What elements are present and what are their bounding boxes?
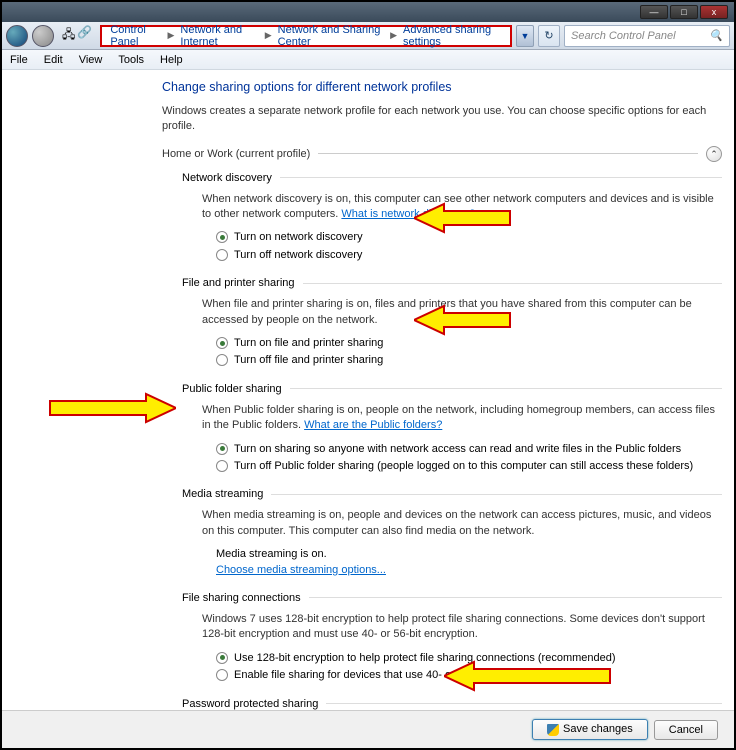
fps-on-radio[interactable] [216, 337, 228, 349]
shield-icon [547, 724, 559, 736]
pfs-help-link[interactable]: What are the Public folders? [304, 419, 442, 431]
nd-off-label: Turn off network discovery [234, 248, 362, 263]
pfs-on-radio[interactable] [216, 443, 228, 455]
pfs-desc: When Public folder sharing is on, people… [202, 403, 722, 434]
menu-edit[interactable]: Edit [44, 54, 63, 66]
fps-off-label: Turn off file and printer sharing [234, 353, 383, 368]
search-icon: 🔍 [709, 29, 723, 42]
nd-desc: When network discovery is on, this compu… [202, 192, 722, 223]
menu-file[interactable]: File [10, 54, 28, 66]
section-title-pps: Password protected sharing [182, 698, 318, 710]
nav-icons: 🖧 🔗 [58, 25, 96, 46]
fps-off-radio[interactable] [216, 354, 228, 366]
page-title: Change sharing options for different net… [162, 80, 722, 94]
section-title-fsc: File sharing connections [182, 592, 301, 604]
menu-tools[interactable]: Tools [118, 54, 144, 66]
section-title-ms: Media streaming [182, 488, 263, 500]
nav-forward-button[interactable] [32, 25, 54, 47]
chevron-right-icon: ▶ [261, 30, 276, 41]
save-button[interactable]: Save changes [532, 719, 648, 739]
cancel-button[interactable]: Cancel [654, 720, 718, 740]
sharing-icon: 🔗 [77, 25, 92, 46]
crumb-network-internet[interactable]: Network and Internet [178, 24, 260, 48]
menu-help[interactable]: Help [160, 54, 183, 66]
fsc-desc: Windows 7 uses 128-bit encryption to hel… [202, 612, 722, 643]
close-button[interactable]: x [700, 5, 728, 19]
profile-label: Home or Work (current profile) [162, 148, 310, 160]
fsc-40-label: Enable file sharing for devices that use… [234, 668, 539, 683]
pfs-off-radio[interactable] [216, 460, 228, 472]
pfs-off-label: Turn off Public folder sharing (people l… [234, 459, 693, 474]
nd-off-radio[interactable] [216, 249, 228, 261]
chevron-up-icon[interactable]: ⌃ [706, 146, 722, 162]
annotation-arrow-icon [46, 390, 176, 426]
nd-help-link[interactable]: What is network discovery? [341, 208, 475, 220]
chevron-right-icon: ▶ [163, 30, 178, 41]
section-title-pfs: Public folder sharing [182, 383, 282, 395]
crumb-sharing-center[interactable]: Network and Sharing Center [276, 24, 386, 48]
menu-view[interactable]: View [79, 54, 103, 66]
ms-status: Media streaming is on. [216, 547, 722, 562]
profile-header[interactable]: Home or Work (current profile) ⌃ [162, 146, 722, 162]
crumb-control-panel[interactable]: Control Panel [108, 24, 163, 48]
breadcrumb-dropdown[interactable]: ▼ [516, 25, 534, 47]
search-input[interactable]: Search Control Panel 🔍 [564, 25, 730, 47]
search-placeholder: Search Control Panel [571, 30, 676, 42]
divider [318, 153, 698, 154]
fsc-128-radio[interactable] [216, 652, 228, 664]
maximize-button[interactable]: □ [670, 5, 698, 19]
minimize-button[interactable]: — [640, 5, 668, 19]
titlebar: — □ x [2, 2, 734, 22]
section-title-nd: Network discovery [182, 172, 272, 184]
fsc-40-radio[interactable] [216, 669, 228, 681]
section-title-fps: File and printer sharing [182, 277, 295, 289]
menubar: File Edit View Tools Help [2, 50, 734, 70]
navbar: 🖧 🔗 Control Panel ▶ Network and Internet… [2, 22, 734, 50]
pfs-on-label: Turn on sharing so anyone with network a… [234, 442, 681, 457]
chevron-right-icon: ▶ [386, 30, 401, 41]
breadcrumb[interactable]: Control Panel ▶ Network and Internet ▶ N… [100, 25, 512, 47]
nd-on-label: Turn on network discovery [234, 230, 363, 245]
crumb-advanced-settings[interactable]: Advanced sharing settings [401, 24, 504, 48]
ms-options-link[interactable]: Choose media streaming options... [216, 563, 722, 578]
network-icon: 🖧 [62, 25, 75, 46]
nd-on-radio[interactable] [216, 231, 228, 243]
ms-desc: When media streaming is on, people and d… [202, 508, 722, 539]
fps-desc: When file and printer sharing is on, fil… [202, 297, 722, 328]
fps-on-label: Turn on file and printer sharing [234, 336, 383, 351]
page-intro: Windows creates a separate network profi… [162, 104, 722, 134]
nav-back-button[interactable] [6, 25, 28, 47]
fsc-128-label: Use 128-bit encryption to help protect f… [234, 651, 616, 666]
footer: Save changes Cancel [2, 710, 734, 748]
refresh-button[interactable]: ↻ [538, 25, 560, 47]
